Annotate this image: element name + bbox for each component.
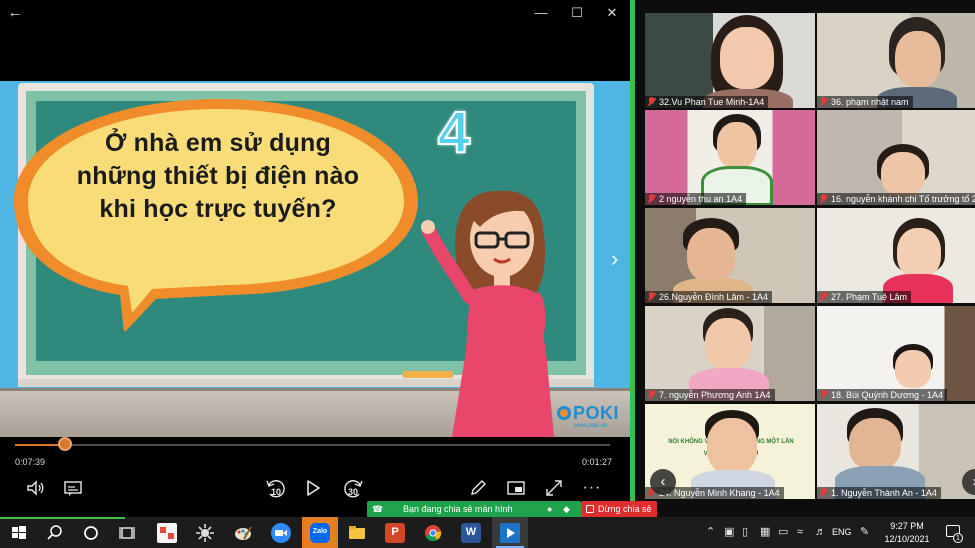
file-explorer-icon[interactable]	[347, 523, 367, 543]
mic-off-icon	[819, 488, 828, 498]
participant-tile[interactable]: 36. phạm nhật nam	[817, 13, 975, 108]
screen-share-status-bar[interactable]: ☎ Bạn đang chia sẻ màn hình ● ◆	[367, 501, 581, 518]
time-remaining: 0:01:27	[582, 457, 613, 467]
device-icon[interactable]: ▣	[724, 525, 734, 539]
seek-bar[interactable]	[15, 444, 610, 446]
participant-tile[interactable]: 18. Bùi Quỳnh Dương - 1A4	[817, 306, 975, 401]
mic-off-icon	[647, 97, 656, 107]
question-line-1: Ở nhà em sử dụng	[105, 129, 331, 157]
clock-date[interactable]: 12/10/2021	[877, 533, 937, 545]
close-button[interactable]: ✕	[603, 4, 621, 22]
movies-tv-icon[interactable]	[500, 523, 520, 543]
teacher-illustration	[421, 190, 554, 437]
mic-off-icon	[647, 194, 656, 204]
zalo-label: Zalo	[312, 528, 328, 535]
participant-tile[interactable]: 2 nguyễn thu an 1A4	[645, 110, 815, 205]
chrome-icon[interactable]	[423, 523, 443, 543]
chevron-right-icon[interactable]: ›	[611, 246, 618, 272]
maximize-button[interactable]: ☐	[568, 4, 586, 22]
video-player-window: ← — ☐ ✕ Ở nhà em sử dụng những thiết bị …	[0, 0, 630, 517]
participant-name: 26.Nguyễn Đình Lâm - 1A4	[645, 291, 773, 303]
poki-logo: POKI www.poki.vn	[555, 401, 625, 431]
windows-start-icon[interactable]	[9, 523, 29, 543]
poki-logo-text: POKI	[573, 403, 620, 423]
question-text: Ở nhà em sử dụng những thiết bị điện nào…	[52, 127, 384, 226]
task-view-icon[interactable]	[117, 523, 137, 543]
participant-name: 2 nguyễn thu an 1A4	[645, 193, 747, 205]
screen: ← — ☐ ✕ Ở nhà em sử dụng những thiết bị …	[0, 0, 975, 548]
notification-count: 1	[953, 533, 963, 543]
mic-off-icon	[819, 292, 828, 302]
mic-off-icon	[647, 292, 656, 302]
powerpoint-icon[interactable]: P	[385, 523, 405, 543]
fast-forward-icon[interactable]: 30	[341, 478, 365, 498]
seek-bar-thumb[interactable]	[57, 437, 72, 451]
camera-icon[interactable]: ▦	[760, 525, 770, 539]
participant-tile[interactable]: 1. Nguyễn Thành An - 1A4	[817, 404, 975, 499]
question-line-2: những thiết bị điện nào	[76, 162, 360, 190]
video-frame[interactable]: Ở nhà em sử dụng những thiết bị điện nào…	[0, 81, 630, 437]
battery-icon[interactable]: ▭	[778, 525, 788, 539]
language-indicator[interactable]: ENG	[832, 527, 852, 537]
virus-app-icon[interactable]	[195, 523, 215, 543]
mic-off-icon	[819, 194, 828, 204]
participant-tile[interactable]: 16. nguyễn khánh chi Tố trưởng tổ 2	[817, 110, 975, 205]
clock-time[interactable]: 9:27 PM	[877, 520, 937, 532]
stop-share-icon	[586, 505, 594, 513]
participant-name: 7. nguyễn Phương Anh 1A4	[645, 389, 775, 401]
word-icon[interactable]: W	[461, 523, 481, 543]
paint-app-icon[interactable]	[233, 523, 253, 543]
participant-name: 1. Nguyễn Thành An - 1A4	[817, 487, 941, 499]
participant-name: 27. Phạm Tuệ Lâm	[817, 291, 912, 303]
mic-off-icon	[819, 97, 828, 107]
phone-icon: ☎	[372, 504, 384, 514]
microphone-icon[interactable]: ●	[547, 501, 552, 518]
forward-seconds: 30	[347, 487, 358, 497]
search-icon[interactable]	[45, 523, 65, 543]
participant-name: 36. phạm nhật nam	[817, 96, 913, 108]
zoom-app-icon[interactable]	[271, 523, 291, 543]
participant-tile[interactable]: 32.Vu Phan Tue Minh-1A4	[645, 13, 815, 108]
wifi-icon[interactable]: ≈	[797, 525, 803, 539]
question-line-3: khi học trực tuyến?	[99, 195, 337, 223]
pen-icon[interactable]	[468, 478, 488, 498]
windows-taskbar: Zalo P W ⌃ ▣ ▯ ▦ ▭ ≈ ♬ ENG ✎ 9:27 PM 12/…	[0, 517, 975, 548]
share-status-text: Bạn đang chia sẻ màn hình	[403, 504, 513, 514]
more-options-icon[interactable]: ···	[582, 478, 602, 498]
back-arrow-icon[interactable]: ←	[6, 4, 24, 22]
mic-off-icon	[819, 390, 828, 400]
zalo-app-icon[interactable]: Zalo	[310, 523, 330, 543]
gallery-previous-page-button[interactable]: ‹	[650, 469, 676, 495]
rewind-seconds: 10	[270, 487, 281, 497]
mini-view-icon[interactable]	[506, 478, 526, 498]
shield-icon: ◆	[563, 504, 570, 514]
time-elapsed: 0:07:39	[15, 457, 46, 467]
participant-name: 18. Bùi Quỳnh Dương - 1A4	[817, 389, 947, 401]
meeting-gallery: 32.Vu Phan Tue Minh-1A4 36. phạm nhật na…	[630, 0, 975, 517]
chevron-up-icon[interactable]: ⌃	[706, 525, 715, 539]
volume-icon[interactable]	[25, 478, 45, 498]
pen-workspace-icon[interactable]: ✎	[860, 525, 869, 539]
rewind-icon[interactable]: 10	[264, 478, 288, 498]
stop-share-label: Dừng chia sẻ	[598, 504, 652, 514]
cortana-icon[interactable]	[81, 523, 101, 543]
fullscreen-icon[interactable]	[544, 478, 564, 498]
mic-off-icon	[647, 390, 656, 400]
play-icon[interactable]	[304, 478, 322, 498]
participant-name: 16. nguyễn khánh chi Tố trưởng tổ 2	[817, 193, 975, 205]
participant-tile[interactable]: 27. Phạm Tuệ Lâm	[817, 208, 975, 303]
poki-logo-mark	[557, 406, 571, 420]
subtitles-icon[interactable]	[63, 478, 83, 498]
poki-logo-url: www.poki.vn	[574, 423, 608, 429]
participant-tile[interactable]: 26.Nguyễn Đình Lâm - 1A4	[645, 208, 815, 303]
speaker-icon[interactable]: ♬	[815, 525, 826, 539]
participant-name: 32.Vu Phan Tue Minh-1A4	[645, 96, 769, 108]
app-shapes-icon[interactable]	[157, 523, 177, 543]
stop-share-button[interactable]: Dừng chia sẻ	[581, 501, 657, 518]
participant-tile[interactable]: 7. nguyễn Phương Anh 1A4	[645, 306, 815, 401]
usb-icon[interactable]: ▯	[742, 525, 748, 539]
minimize-button[interactable]: —	[532, 4, 550, 22]
